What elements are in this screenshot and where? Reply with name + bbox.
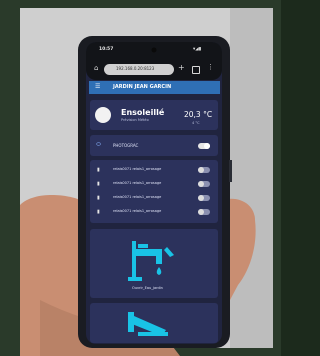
front-camera <box>151 47 157 53</box>
status-indicators: ▾◢▮ <box>193 47 202 52</box>
zone-label: relais0071 relais1_arrosage <box>113 167 162 171</box>
tabs-icon[interactable] <box>192 66 200 74</box>
status-time: 10:57 <box>99 47 114 52</box>
weather-secondary: 4 °C <box>192 121 200 125</box>
sprinkler-icon: ▮ <box>97 195 100 201</box>
home-icon[interactable]: ⌂ <box>94 65 98 72</box>
weather-temperature: 20,3 °C <box>184 110 213 119</box>
hand-faucet-icon <box>128 312 168 336</box>
zone-label: relais0071 relais1_arrosage <box>113 195 162 199</box>
toggle-knob <box>198 195 204 201</box>
side-button <box>229 160 232 182</box>
sprinkler-icon: ▮ <box>97 167 100 173</box>
weather-subtitle: Prévision Météo <box>121 118 149 122</box>
app-title: JARDIN JEAN GARCIN <box>113 84 172 90</box>
menu-icon[interactable]: ⋮ <box>207 64 214 71</box>
sprinkler-icon: ▮ <box>97 181 100 187</box>
photo-toggle[interactable] <box>198 143 210 149</box>
faucet-icon <box>128 241 174 281</box>
water-tile-label: Ouvrir_Eau_jardin <box>132 286 163 290</box>
zone-toggle[interactable] <box>198 209 210 215</box>
toggle-knob <box>198 209 204 215</box>
hamburger-icon[interactable]: ☰ <box>95 84 100 90</box>
weather-condition: Ensoleillé <box>121 108 165 117</box>
zone-toggle[interactable] <box>198 167 210 173</box>
photo-label: PHOTOGRAC <box>113 143 139 148</box>
plus-icon[interactable]: + <box>178 64 185 72</box>
toggle-knob <box>198 181 204 187</box>
url-text[interactable]: 192.168.0.20:8123 <box>116 67 154 71</box>
sprinkler-icon: ▮ <box>97 209 100 215</box>
sun-icon <box>95 107 111 123</box>
zone-toggle[interactable] <box>198 181 210 187</box>
zone-toggle[interactable] <box>198 195 210 201</box>
camera-icon: ⬭ <box>96 141 102 148</box>
zone-label: relais0071 relais1_arrosage <box>113 209 162 213</box>
zone-label: relais0071 relais1_arrosage <box>113 181 162 185</box>
toggle-knob <box>204 143 210 149</box>
toggle-knob <box>198 167 204 173</box>
